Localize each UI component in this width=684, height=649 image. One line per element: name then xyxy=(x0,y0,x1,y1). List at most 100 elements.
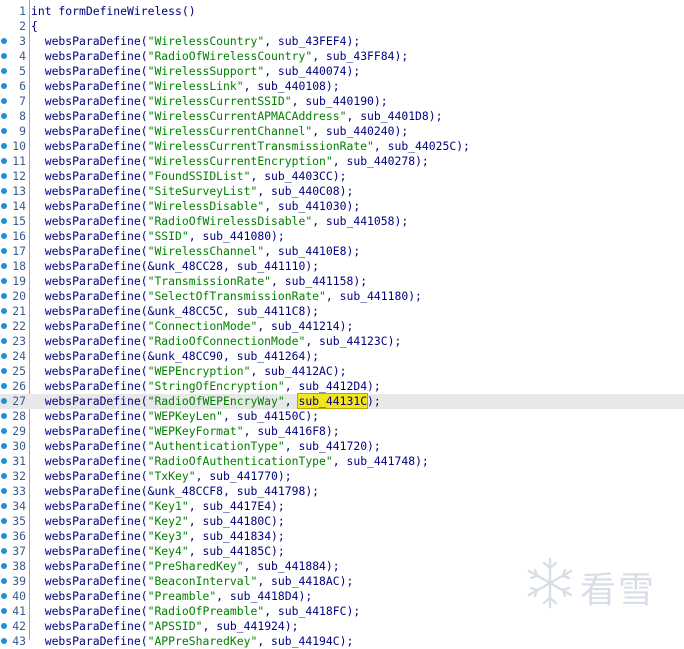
function-reference[interactable]: sub_4401D8 xyxy=(360,109,429,123)
function-reference[interactable]: sub_440190 xyxy=(305,94,374,108)
code-line[interactable]: 34 websParaDefine("Key1", sub_4417E4); xyxy=(0,499,684,514)
code-line[interactable]: 43 websParaDefine("APPreSharedKey", sub_… xyxy=(0,634,684,649)
code-separator: , xyxy=(257,634,272,648)
code-line[interactable]: 21 websParaDefine(&unk_48CC5C, sub_4411C… xyxy=(0,304,684,319)
function-reference[interactable]: sub_441720 xyxy=(298,439,367,453)
code-line[interactable]: 25 websParaDefine("WEPEncryption", sub_4… xyxy=(0,364,684,379)
function-reference[interactable]: sub_4418D4 xyxy=(230,589,299,603)
code-line[interactable]: 28 websParaDefine("WEPKeyLen", sub_44150… xyxy=(0,409,684,424)
function-reference[interactable]: sub_441158 xyxy=(285,274,354,288)
code-suffix: ); xyxy=(271,514,285,528)
code-line[interactable]: 1 int formDefineWireless() xyxy=(0,4,684,19)
function-reference[interactable]: sub_4410E8 xyxy=(278,244,347,258)
code-text: websParaDefine("WirelessCurrentSSID", su… xyxy=(31,94,388,109)
function-reference[interactable]: sub_44025C xyxy=(388,139,457,153)
code-line[interactable]: 22 websParaDefine("ConnectionMode", sub_… xyxy=(0,319,684,334)
code-text: websParaDefine(&unk_48CC28, sub_441110); xyxy=(31,259,319,274)
line-number: 41 xyxy=(12,604,26,618)
function-reference[interactable]: sub_441058 xyxy=(326,214,395,228)
code-line[interactable]: 26 websParaDefine("StringOfEncryption", … xyxy=(0,379,684,394)
code-text: websParaDefine("TransmissionRate", sub_4… xyxy=(31,274,367,289)
code-line[interactable]: 11 websParaDefine("WirelessCurrentEncryp… xyxy=(0,154,684,169)
code-line[interactable]: 4 websParaDefine("RadioOfWirelessCountry… xyxy=(0,49,684,64)
code-line[interactable]: 20 websParaDefine("SelectOfTransmissionR… xyxy=(0,289,684,304)
code-prefix: websParaDefine( xyxy=(31,274,148,288)
function-reference[interactable]: sub_4418FC xyxy=(278,604,347,618)
function-reference[interactable]: sub_4412AC xyxy=(264,364,333,378)
code-line[interactable]: 6 websParaDefine("WirelessLink", sub_440… xyxy=(0,79,684,94)
function-reference[interactable]: sub_44185C xyxy=(202,544,271,558)
function-reference[interactable]: sub_4416F8 xyxy=(257,424,326,438)
code-line[interactable]: 17 websParaDefine("WirelessChannel", sub… xyxy=(0,244,684,259)
function-reference[interactable]: sub_441834 xyxy=(202,529,271,543)
function-reference[interactable]: sub_44194C xyxy=(271,634,340,648)
code-separator: , xyxy=(284,394,299,408)
code-line[interactable]: 5 websParaDefine("WirelessSupport", sub_… xyxy=(0,64,684,79)
code-line[interactable]: 33 websParaDefine(&unk_48CCF8, sub_44179… xyxy=(0,484,684,499)
code-line[interactable]: 32 websParaDefine("TxKey", sub_441770); xyxy=(0,469,684,484)
function-reference[interactable]: sub_441180 xyxy=(340,289,409,303)
code-text: websParaDefine("Key2", sub_44180C); xyxy=(31,514,285,529)
line-number: 4 xyxy=(19,49,26,63)
string-literal: "Key3" xyxy=(147,529,189,543)
function-reference[interactable]: sub_4412D4 xyxy=(298,379,367,393)
code-line[interactable]: 8 websParaDefine("WirelessCurrentAPMACAd… xyxy=(0,109,684,124)
code-prefix: websParaDefine( xyxy=(31,514,148,528)
code-line[interactable]: 16 websParaDefine("SSID", sub_441080); xyxy=(0,229,684,244)
function-reference[interactable]: sub_44150C xyxy=(237,409,306,423)
code-line[interactable]: 7 websParaDefine("WirelessCurrentSSID", … xyxy=(0,94,684,109)
code-line[interactable]: 10 websParaDefine("WirelessCurrentTransm… xyxy=(0,139,684,154)
function-reference[interactable]: sub_44180C xyxy=(202,514,271,528)
code-line[interactable]: 36 websParaDefine("Key3", sub_441834); xyxy=(0,529,684,544)
function-reference[interactable]: sub_441110 xyxy=(237,259,306,273)
code-suffix: ); xyxy=(394,214,409,228)
code-line[interactable]: 19 websParaDefine("TransmissionRate", su… xyxy=(0,274,684,289)
function-reference[interactable]: sub_441214 xyxy=(271,319,340,333)
code-line[interactable]: 35 websParaDefine("Key2", sub_44180C); xyxy=(0,514,684,529)
code-text: websParaDefine("RadioOfWirelessCountry",… xyxy=(31,49,409,64)
function-reference[interactable]: sub_4418AC xyxy=(271,574,340,588)
function-reference[interactable]: sub_440108 xyxy=(257,79,326,93)
code-line[interactable]: 29 websParaDefine("WEPKeyFormat", sub_44… xyxy=(0,424,684,439)
function-reference[interactable]: sub_441080 xyxy=(202,229,271,243)
function-reference[interactable]: sub_44123C xyxy=(319,334,388,348)
code-line[interactable]: 24 websParaDefine(&unk_48CC90, sub_44126… xyxy=(0,349,684,364)
function-reference[interactable]: sub_4403CC xyxy=(264,169,333,183)
code-line[interactable]: 13 websParaDefine("SiteSurveyList", sub_… xyxy=(0,184,684,199)
code-prefix: websParaDefine( xyxy=(31,289,148,303)
function-reference[interactable]: sub_441030 xyxy=(278,199,347,213)
function-reference[interactable]: sub_43FF84 xyxy=(326,49,395,63)
function-reference[interactable]: sub_441264 xyxy=(237,349,306,363)
function-reference[interactable]: sub_43FEF4 xyxy=(278,34,347,48)
code-line[interactable]: 12 websParaDefine("FoundSSIDList", sub_4… xyxy=(0,169,684,184)
code-line[interactable]: 27 websParaDefine("RadioOfWEPEncryWay", … xyxy=(0,393,684,409)
function-reference[interactable]: sub_441884 xyxy=(257,559,326,573)
code-line[interactable]: 2{ xyxy=(0,19,684,34)
code-line[interactable]: 18 websParaDefine(&unk_48CC28, sub_44111… xyxy=(0,259,684,274)
function-reference[interactable]: sub_441770 xyxy=(209,469,278,483)
function-reference[interactable]: sub_440278 xyxy=(346,154,415,168)
function-reference[interactable]: sub_441924 xyxy=(216,619,285,633)
code-line[interactable]: 15 websParaDefine("RadioOfWirelessDisabl… xyxy=(0,214,684,229)
code-prefix: websParaDefine( xyxy=(31,499,148,513)
code-line[interactable]: 30 websParaDefine("AuthenticationType", … xyxy=(0,439,684,454)
code-line[interactable]: 9 websParaDefine("WirelessCurrentChannel… xyxy=(0,124,684,139)
code-line[interactable]: 14 websParaDefine("WirelessDisable", sub… xyxy=(0,199,684,214)
line-number: 3 xyxy=(19,34,26,48)
pseudocode-editor[interactable]: 1 int formDefineWireless() 2{3 websParaDef… xyxy=(0,0,684,648)
function-reference[interactable]: sub_4417E4 xyxy=(202,499,271,513)
code-line[interactable]: 3 websParaDefine("WirelessCountry", sub_… xyxy=(0,34,684,49)
function-reference[interactable]: sub_4411C8 xyxy=(237,304,306,318)
function-reference[interactable]: sub_440074 xyxy=(278,64,347,78)
code-suffix: ); xyxy=(305,304,320,318)
function-reference[interactable]: sub_440C08 xyxy=(271,184,340,198)
code-line[interactable]: 31 websParaDefine("RadioOfAuthentication… xyxy=(0,454,684,469)
function-reference[interactable]: sub_44131C xyxy=(297,393,369,409)
code-prefix: websParaDefine( xyxy=(31,409,148,423)
function-reference[interactable]: sub_441748 xyxy=(346,454,415,468)
code-line[interactable]: 42 websParaDefine("APSSID", sub_441924); xyxy=(0,619,684,634)
string-literal: "WirelessDisable" xyxy=(147,199,265,213)
code-line[interactable]: 23 websParaDefine("RadioOfConnectionMode… xyxy=(0,334,684,349)
function-reference[interactable]: sub_440240 xyxy=(326,124,395,138)
function-reference[interactable]: sub_441798 xyxy=(237,484,306,498)
